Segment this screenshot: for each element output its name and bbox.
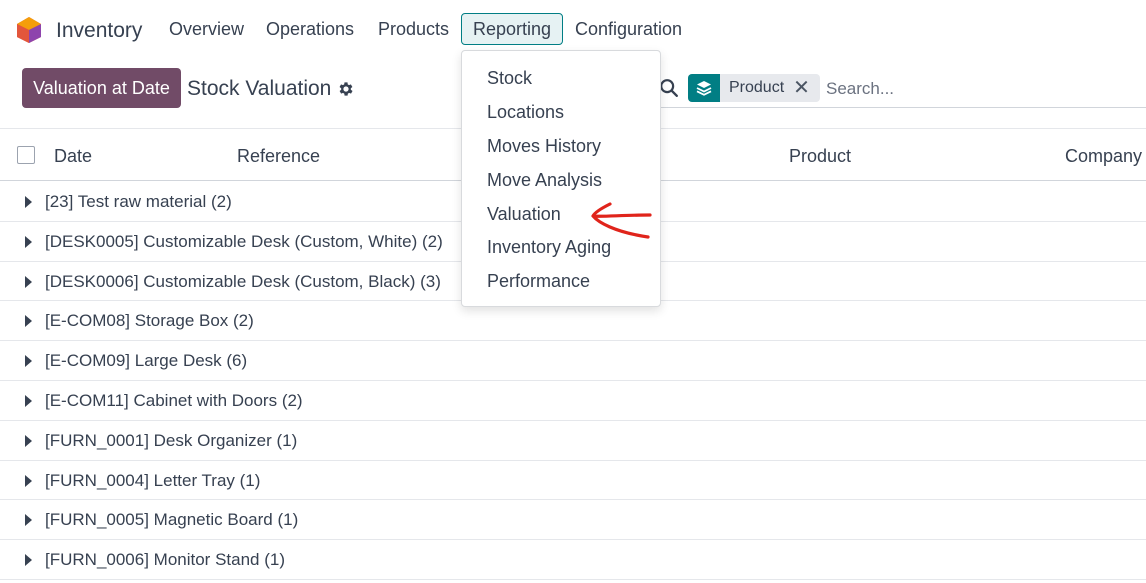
search-facet-product: Product ✕	[688, 74, 820, 102]
nav-operations[interactable]: Operations	[266, 19, 354, 40]
table-row[interactable]: [E-COM09] Large Desk (6)	[0, 341, 1146, 381]
app-logo-icon[interactable]	[16, 16, 42, 44]
group-label: [FURN_0005] Magnetic Board (1)	[45, 510, 299, 530]
caret-right-icon[interactable]	[25, 434, 32, 447]
search-icon[interactable]	[658, 77, 680, 99]
table-row[interactable]: [E-COM08] Storage Box (2)	[0, 301, 1146, 342]
caret-right-icon[interactable]	[25, 554, 32, 567]
caret-right-icon[interactable]	[25, 394, 32, 407]
menu-item-inventory-aging[interactable]: Inventory Aging	[462, 231, 660, 265]
menu-item-locations[interactable]: Locations	[462, 96, 660, 130]
caret-right-icon[interactable]	[25, 355, 32, 368]
menu-item-stock[interactable]: Stock	[462, 62, 660, 96]
nav-overview[interactable]: Overview	[169, 19, 244, 40]
column-company[interactable]: Company	[1065, 146, 1142, 167]
caret-right-icon[interactable]	[25, 196, 32, 208]
nav-products[interactable]: Products	[378, 19, 449, 40]
group-label: [E-COM09] Large Desk (6)	[45, 351, 248, 371]
table-row[interactable]: [FURN_0005] Magnetic Board (1)	[0, 500, 1146, 541]
table-row[interactable]: [FURN_0001] Desk Organizer (1)	[0, 421, 1146, 461]
group-label: [DESK0006] Customizable Desk (Custom, Bl…	[45, 271, 441, 291]
group-label: [E-COM11] Cabinet with Doors (2)	[45, 390, 303, 410]
nav-reporting[interactable]: Reporting	[461, 13, 564, 45]
menu-item-move-analysis[interactable]: Move Analysis	[462, 163, 660, 197]
group-label: [FURN_0006] Monitor Stand (1)	[45, 550, 285, 570]
table-row[interactable]: [FURN_0004] Letter Tray (1)	[0, 461, 1146, 501]
caret-right-icon[interactable]	[25, 235, 32, 248]
menu-item-performance[interactable]: Performance	[462, 265, 660, 299]
nav-configuration[interactable]: Configuration	[575, 19, 682, 40]
facet-label: Product	[729, 79, 785, 96]
search-bar: Product ✕	[650, 68, 1146, 108]
column-reference[interactable]: Reference	[237, 146, 320, 167]
column-product[interactable]: Product	[789, 146, 851, 167]
menu-item-valuation[interactable]: Valuation	[462, 197, 660, 231]
menu-item-moves-history[interactable]: Moves History	[462, 130, 660, 164]
caret-right-icon[interactable]	[25, 315, 32, 328]
page-title: Stock Valuation	[187, 77, 332, 100]
app-name[interactable]: Inventory	[56, 19, 142, 43]
search-input[interactable]	[826, 76, 1126, 102]
layers-icon	[688, 74, 720, 102]
gear-icon[interactable]	[337, 80, 355, 98]
caret-right-icon[interactable]	[25, 514, 32, 527]
valuation-at-date-button[interactable]: Valuation at Date	[22, 68, 181, 108]
group-label: [FURN_0004] Letter Tray (1)	[45, 470, 261, 490]
group-label: [DESK0005] Customizable Desk (Custom, Wh…	[45, 231, 443, 251]
caret-right-icon[interactable]	[25, 275, 32, 288]
group-label: [FURN_0001] Desk Organizer (1)	[45, 430, 298, 450]
reporting-dropdown-menu: Stock Locations Moves History Move Analy…	[461, 50, 661, 307]
column-date[interactable]: Date	[54, 146, 92, 167]
select-all-checkbox[interactable]	[17, 146, 35, 164]
group-label: [E-COM08] Storage Box (2)	[45, 311, 254, 331]
close-icon[interactable]: ✕	[793, 74, 820, 102]
caret-right-icon[interactable]	[25, 474, 32, 487]
table-row[interactable]: [E-COM11] Cabinet with Doors (2)	[0, 381, 1146, 421]
group-label: [23] Test raw material (2)	[45, 192, 232, 211]
table-row[interactable]: [FURN_0006] Monitor Stand (1)	[0, 540, 1146, 580]
